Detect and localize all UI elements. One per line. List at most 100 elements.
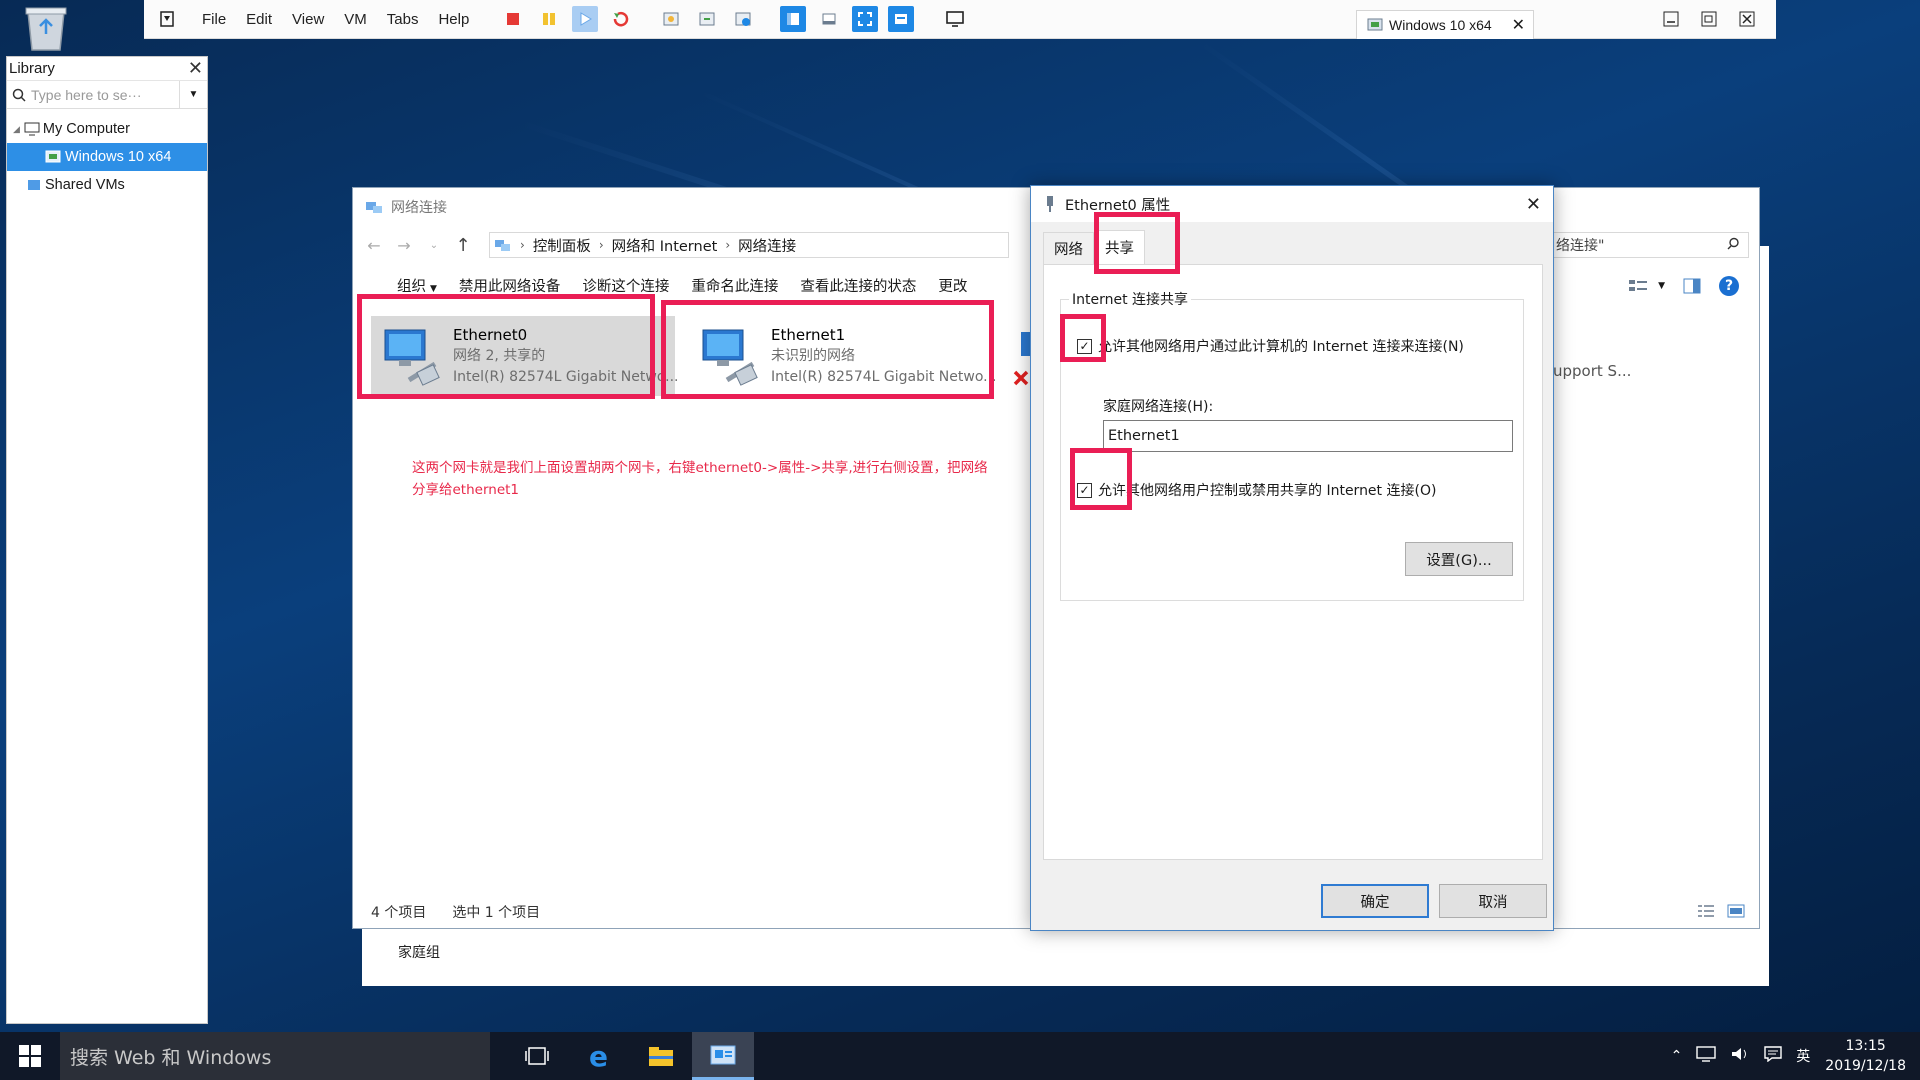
window-title: 网络连接 <box>391 200 447 216</box>
search-input[interactable]: 络连接" <box>1551 232 1749 258</box>
recent-dropdown-icon[interactable]: ⌄ <box>419 240 449 251</box>
taskbar: 搜索 Web 和 Windows e ⌃ 英 13:15 2019/12/18 <box>0 1032 1920 1080</box>
system-tray: ⌃ 英 13:15 2019/12/18 <box>1664 1032 1920 1080</box>
chevron-down-icon: ▼ <box>430 283 437 294</box>
ok-button[interactable]: 确定 <box>1321 884 1429 918</box>
menu-edit[interactable]: Edit <box>236 0 282 39</box>
power-off-icon[interactable] <box>500 6 526 32</box>
network-cable-icon <box>1047 196 1053 212</box>
cmd-organize[interactable]: 组织 ▼ <box>375 275 437 296</box>
connection-ethernet1[interactable]: Ethernet1 未识别的网络 Intel(R) 82574L Gigabit… <box>689 316 1007 396</box>
expand-arrow-icon[interactable]: ◢ <box>13 124 20 135</box>
homegroup-label[interactable]: 家庭组 <box>398 942 440 962</box>
taskbar-search[interactable]: 搜索 Web 和 Windows <box>60 1032 490 1080</box>
details-view-icon[interactable] <box>1697 904 1715 918</box>
search-icon[interactable] <box>1727 237 1740 254</box>
edge-icon[interactable]: e <box>568 1032 630 1080</box>
cmd-rename[interactable]: 重命名此连接 <box>691 275 778 296</box>
library-title: Library <box>9 60 55 77</box>
connection-name: Ethernet1 <box>771 325 846 344</box>
tree-vm-windows10[interactable]: Windows 10 x64 <box>7 143 207 171</box>
file-explorer-icon[interactable] <box>630 1032 692 1080</box>
search-dropdown-icon[interactable]: ▼ <box>179 81 207 108</box>
settings-button[interactable]: 设置(G)... <box>1405 542 1513 576</box>
menu-help[interactable]: Help <box>428 0 479 39</box>
connection-ethernet0[interactable]: Ethernet0 网络 2, 共享的 Intel(R) 82574L Giga… <box>371 316 679 396</box>
shared-folder-icon <box>28 180 40 190</box>
tiles-view-icon[interactable] <box>1727 904 1745 918</box>
help-icon[interactable]: ? <box>1719 276 1739 296</box>
library-close-icon[interactable]: ✕ <box>188 58 203 79</box>
pin-icon[interactable] <box>156 8 178 30</box>
vm-close-icon[interactable] <box>1736 8 1758 30</box>
annotation-text: 这两个网卡就是我们上面设置胡两个网卡，右键ethernet0->属性->共享,进… <box>412 457 1042 501</box>
tab-network[interactable]: 网络 <box>1043 232 1094 264</box>
control-panel-taskbar-icon[interactable] <box>692 1032 754 1080</box>
menu-tabs[interactable]: Tabs <box>377 0 429 39</box>
network-adapter-icon <box>379 324 443 388</box>
network-tray-icon[interactable] <box>1696 1046 1716 1066</box>
tree-my-computer[interactable]: ◢ My Computer <box>7 115 207 143</box>
preview-pane-icon[interactable] <box>1683 278 1701 294</box>
cmd-diagnose[interactable]: 诊断这个连接 <box>582 275 669 296</box>
reset-icon[interactable] <box>608 6 634 32</box>
ics-group: Internet 连接共享 ✓ 允许其他网络用户通过此计算机的 Internet… <box>1060 289 1524 601</box>
chevron-up-icon[interactable]: ⌃ <box>1671 1048 1683 1064</box>
view-dropdown-icon[interactable]: ▼ <box>1658 281 1665 291</box>
clock-date: 2019/12/18 <box>1825 1058 1906 1074</box>
breadcrumb-control-panel[interactable]: 控制面板 <box>533 235 591 256</box>
tab-sharing[interactable]: 共享 <box>1094 230 1145 264</box>
view-options-icon[interactable] <box>1628 278 1650 294</box>
selected-count: 选中 1 个项目 <box>452 905 541 921</box>
allow-connect-row[interactable]: ✓ 允许其他网络用户通过此计算机的 Internet 连接来连接(N) <box>1077 336 1464 356</box>
forward-arrow-icon[interactable]: → <box>389 236 419 255</box>
connection-name: Ethernet0 <box>453 325 528 344</box>
fullscreen-icon[interactable] <box>852 6 879 32</box>
computer-icon <box>24 122 40 136</box>
ime-indicator[interactable]: 英 <box>1796 1046 1810 1066</box>
up-arrow-icon[interactable]: ↑ <box>449 235 477 256</box>
allow-control-row[interactable]: ✓ 允许其他网络用户控制或禁用共享的 Internet 连接(O) <box>1077 480 1436 500</box>
menu-file[interactable]: File <box>192 0 236 39</box>
allow-control-checkbox[interactable]: ✓ <box>1077 482 1092 498</box>
tree-shared-vms[interactable]: Shared VMs <box>7 171 207 199</box>
thumbnail-bar-icon[interactable] <box>816 6 842 32</box>
home-network-label: 家庭网络连接(H): <box>1103 399 1214 415</box>
dialog-close-icon[interactable]: ✕ <box>1526 194 1541 215</box>
vm-minimize-icon[interactable] <box>1660 8 1682 30</box>
allow-connect-checkbox[interactable]: ✓ <box>1077 338 1092 354</box>
unity-icon[interactable] <box>888 6 915 32</box>
breadcrumb-network-internet[interactable]: 网络和 Internet <box>612 235 718 256</box>
menu-view[interactable]: View <box>282 0 334 39</box>
sidebar-toggle-icon[interactable] <box>780 6 807 32</box>
tab-close-icon[interactable]: ✕ <box>1512 15 1525 35</box>
task-view-icon[interactable] <box>506 1032 568 1080</box>
dialog-title: Ethernet0 属性 <box>1065 197 1171 214</box>
console-view-icon[interactable] <box>942 6 968 32</box>
status-bar: 4 个项目 选中 1 个项目 <box>371 902 540 922</box>
breadcrumb-network-connections[interactable]: 网络连接 <box>738 235 796 256</box>
recycle-bin-icon[interactable] <box>20 6 76 52</box>
vmware-toolbar: File Edit View VM Tabs Help Windows 10 x… <box>144 0 1776 39</box>
action-center-icon[interactable] <box>1764 1046 1782 1066</box>
suspend-icon[interactable] <box>536 6 562 32</box>
cmd-view-status[interactable]: 查看此连接的状态 <box>800 275 916 296</box>
library-search-input[interactable]: Type here to se··· <box>31 87 179 103</box>
cmd-change[interactable]: 更改 <box>938 275 967 296</box>
windows-start-icon[interactable] <box>0 1032 60 1080</box>
address-bar[interactable]: › 控制面板 › 网络和 Internet › 网络连接 <box>489 232 1009 258</box>
volume-icon[interactable] <box>1730 1046 1750 1066</box>
revert-snapshot-icon[interactable] <box>694 6 720 32</box>
play-icon[interactable] <box>572 6 599 32</box>
cmd-disable-device[interactable]: 禁用此网络设备 <box>459 275 561 296</box>
back-arrow-icon[interactable]: ← <box>359 236 389 255</box>
menu-vm[interactable]: VM <box>334 0 377 39</box>
snapshot-manager-icon[interactable] <box>730 6 756 32</box>
snapshot-icon[interactable] <box>658 6 684 32</box>
tab-windows10[interactable]: Windows 10 x64 ✕ <box>1356 10 1534 39</box>
clock[interactable]: 13:15 2019/12/18 <box>1825 1036 1906 1076</box>
home-network-select[interactable]: Ethernet1 <box>1103 420 1513 452</box>
svg-text:e: e <box>589 1043 608 1069</box>
cancel-button[interactable]: 取消 <box>1439 884 1547 918</box>
vm-restore-icon[interactable] <box>1698 8 1720 30</box>
